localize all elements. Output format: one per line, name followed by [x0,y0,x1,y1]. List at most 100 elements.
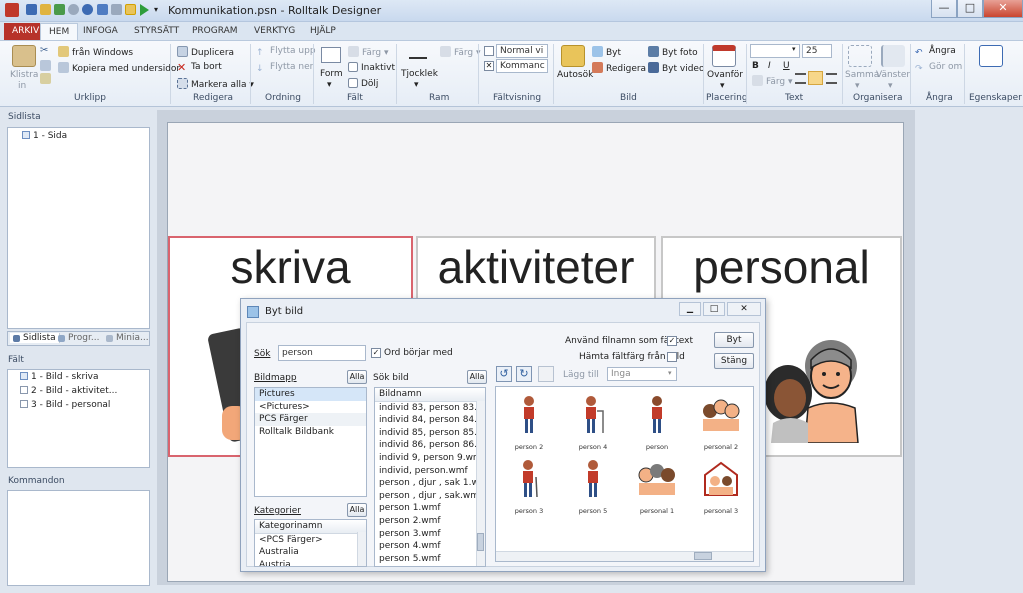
dialog-close-button[interactable]: ✕ [727,302,761,316]
list-item[interactable]: Rolltalk Bildbank [255,426,366,439]
dialog-maximize-button[interactable]: □ [703,302,725,316]
list-item[interactable]: PCS Färger [255,413,366,426]
forward-icon[interactable] [82,4,93,15]
thumbnail-tile[interactable]: person 3 [498,455,560,515]
list-item[interactable]: person 3.wmf [375,528,485,541]
close-dialog-button[interactable]: Stäng [714,353,754,369]
play-icon[interactable] [140,4,149,16]
minimize-button[interactable]: — [931,0,957,18]
category-all-button[interactable]: Alla [347,503,367,517]
field-list-item[interactable]: 1 - Bild - skriva [20,372,99,382]
tab-miniatyrer[interactable]: Minia... [106,333,149,343]
thumbnail-tile[interactable]: personal 3 [690,455,752,515]
list-item[interactable]: person 2.wmf [375,515,485,528]
paste-from-windows-button[interactable]: från Windows [58,46,133,58]
group-label-egenskaper[interactable]: Egenskaper [969,93,1022,103]
rotate-right-button[interactable]: ↻ [516,366,532,382]
maximize-button[interactable]: □ [957,0,983,18]
page-list-item[interactable]: 1 - Sida [22,131,67,141]
list-item[interactable]: person 4.wmf [375,540,485,553]
redo-button[interactable]: ↷ Gör om [915,62,962,75]
duplicate-button[interactable]: Duplicera [177,46,234,58]
list-item[interactable]: Pictures [255,388,366,401]
font-size-select[interactable]: 25 [802,44,832,58]
customize-quickaccess-icon[interactable]: ▾ [154,5,158,14]
export-icon[interactable] [54,4,65,15]
field-color-button[interactable]: Färg ▾ [348,46,389,58]
list-item[interactable]: person , djur , sak 1.wmf [375,477,485,490]
tab-infoga[interactable]: INFOGA [75,23,126,40]
folder-all-button[interactable]: Alla [347,370,367,384]
list-item[interactable]: person , djur , sak.wmf [375,490,485,503]
tab-styrsatt[interactable]: STYRSÄTT [126,23,187,40]
replace-photo-button[interactable]: Byt foto [648,46,698,58]
bold-button[interactable]: B [752,61,759,71]
thumbnail-tile[interactable]: person 2 [498,391,560,451]
list-item[interactable]: person 1.wmf [375,502,485,515]
edit-image-button[interactable]: Redigera [592,62,646,74]
inactive-checkbox[interactable]: Inaktivt [348,62,395,73]
replace-button[interactable]: Byt [714,332,754,348]
view-command-checkbox[interactable]: ✕ [484,61,494,71]
list-item[interactable]: <PCS Färger> [255,534,366,547]
align-right-icon[interactable] [826,73,837,84]
redo-icon[interactable] [111,4,122,15]
thumbnail-tile[interactable]: personal 1 [626,455,688,515]
results-all-button[interactable]: Alla [467,370,487,384]
format-painter-icon[interactable] [40,73,51,84]
move-up-button[interactable]: ↑ Flytta upp [256,46,316,59]
grid-icon[interactable] [125,4,136,15]
results-scroll-thumb[interactable] [477,533,484,551]
dialog-minimize-button[interactable]: ▁ [679,302,701,316]
align-left-icon[interactable] [795,73,806,84]
select-all-button[interactable]: Markera alla ▾ [177,78,254,90]
undo-button[interactable]: ↶ Ångra [915,46,956,59]
back-icon[interactable] [68,4,79,15]
field-list-item[interactable]: 2 - Bild - aktivitet... [20,386,117,396]
replace-image-button[interactable]: Byt [592,46,621,58]
tab-verktyg[interactable]: VERKTYG [246,23,303,40]
properties-icon[interactable] [979,45,1003,67]
list-item[interactable]: individ 86, person 86.w... [375,439,485,452]
thumbnail-tile[interactable]: person 4 [562,391,624,451]
copy-with-subpages-button[interactable]: Kopiera med undersidor [58,62,180,74]
image-tool-button[interactable] [538,366,554,382]
starts-with-checkbox[interactable]: ✓ [371,348,381,358]
view-normal-select[interactable]: Normal vi [496,44,548,58]
list-item[interactable]: individ 85, person 85.w... [375,427,485,440]
search-input[interactable]: person [278,345,366,361]
border-color-button[interactable]: Färg ▾ [440,46,481,58]
list-item[interactable]: individ 83, person 83.w... [375,402,485,415]
underline-button[interactable]: U [783,61,790,71]
thumbnail-tile[interactable]: person 5 [562,455,624,515]
list-item[interactable]: Austria [255,559,366,566]
rotate-left-button[interactable]: ↺ [496,366,512,382]
align-center-icon[interactable] [808,71,823,85]
list-item[interactable]: Australia [255,546,366,559]
list-item[interactable]: individ 9, person 9.wmf [375,452,485,465]
move-down-button[interactable]: ↓ Flytta ner [256,62,313,75]
add-to-select[interactable]: Inga [607,367,677,381]
list-item[interactable]: individ, person.wmf [375,465,485,478]
italic-button[interactable]: I [768,61,771,71]
delete-button[interactable]: ✕ Ta bort [177,62,222,74]
list-item[interactable]: <Pictures> [255,401,366,414]
replace-video-button[interactable]: Byt video [648,62,704,74]
save-icon[interactable] [26,4,37,15]
view-normal-checkbox[interactable] [484,46,494,56]
view-command-select[interactable]: Kommanc [496,59,548,73]
text-color-button[interactable]: Färg ▾ [752,75,793,87]
copy-icon[interactable] [40,60,51,71]
close-button[interactable]: ✕ [983,0,1023,18]
tab-program[interactable]: PROGRAM [184,23,246,40]
thumbnail-scroll-thumb[interactable] [694,552,712,560]
tab-hjalp[interactable]: HJÄLP [302,23,344,40]
thumbnail-hscrollbar[interactable] [496,551,753,561]
fetch-color-checkbox[interactable] [667,352,677,362]
use-filename-checkbox[interactable]: ✓ [667,336,677,346]
list-item[interactable]: individ 84, person 84.w... [375,414,485,427]
category-scrollbar[interactable] [357,532,366,566]
thumbnail-tile[interactable]: personal 2 [690,391,752,451]
field-list-item[interactable]: 3 - Bild - personal [20,400,110,410]
tab-sidlista[interactable]: Sidlista [10,333,60,343]
